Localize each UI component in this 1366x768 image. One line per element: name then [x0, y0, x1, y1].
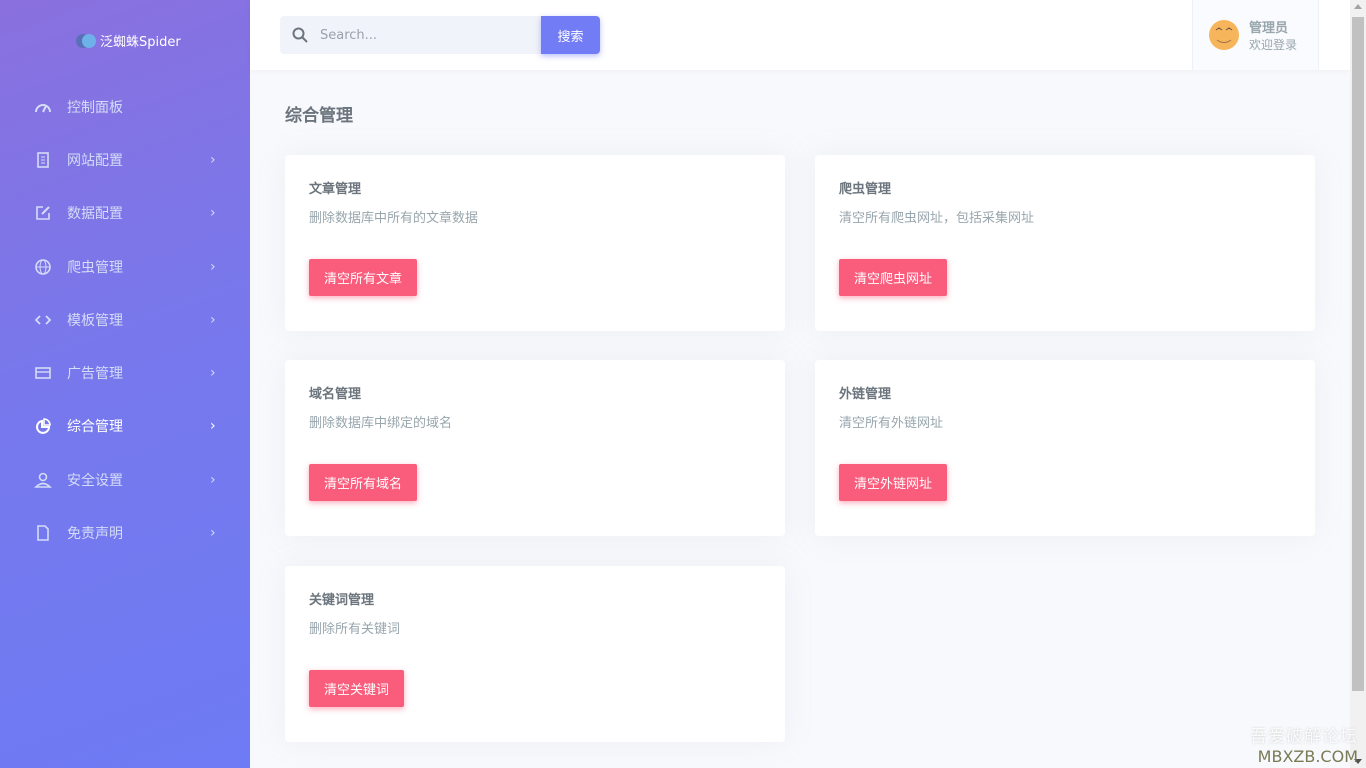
chevron-right-icon: › — [210, 525, 216, 542]
search-button[interactable]: 搜索 — [541, 16, 600, 54]
sidebar-item-label: 安全设置 — [67, 472, 123, 489]
sidebar: 泛蜘蛛Spider 控制面板 网站配置 › 数据配置 › 爬虫管理 › 模板管理 › 广告管理 › 综… — [0, 0, 250, 768]
edit-icon — [34, 204, 52, 222]
chevron-right-icon: › — [210, 151, 216, 168]
globe-icon — [34, 258, 52, 276]
sidebar-nav: 控制面板 网站配置 › 数据配置 › 爬虫管理 › 模板管理 › 广告管理 › 综合管理 › 安全设置 › 免… — [0, 80, 250, 560]
avatar — [1209, 20, 1239, 50]
chevron-right-icon: › — [210, 311, 216, 328]
clear-button[interactable]: 清空所有文章 — [309, 259, 418, 296]
sidebar-item-label: 爬虫管理 — [67, 259, 123, 276]
card-title: 爬虫管理 — [839, 182, 892, 197]
card-title: 域名管理 — [309, 387, 362, 402]
chevron-right-icon: › — [210, 205, 216, 222]
card-description: 清空所有爬虫网址，包括采集网址 — [839, 211, 1035, 226]
document-icon — [34, 151, 52, 169]
sidebar-item-label: 模板管理 — [67, 312, 123, 329]
card-description: 删除所有关键词 — [309, 622, 401, 637]
sidebar-item-5[interactable]: 广告管理 › — [0, 346, 250, 399]
sidebar-item-label: 免责声明 — [67, 526, 123, 543]
file-icon — [34, 524, 52, 542]
card-icon — [34, 364, 52, 382]
sidebar-item-label: 综合管理 — [67, 419, 123, 436]
sidebar-item-3[interactable]: 爬虫管理 › — [0, 240, 250, 293]
scrollbar-thumb[interactable] — [1352, 17, 1364, 691]
user-icon — [34, 471, 52, 489]
search-icon — [292, 27, 308, 43]
card-description: 删除数据库中绑定的域名 — [309, 416, 453, 431]
card-title: 关键词管理 — [309, 593, 375, 608]
search-input[interactable] — [320, 27, 520, 43]
code-icon — [34, 311, 52, 329]
sidebar-item-0[interactable]: 控制面板 — [0, 80, 250, 133]
user-subtitle: 欢迎登录 — [1249, 38, 1298, 52]
gauge-icon — [34, 98, 52, 116]
watermark: 吾爱破解论坛 MBXZB.COM — [1250, 722, 1358, 766]
card: 外链管理清空所有外链网址清空外链网址 — [815, 360, 1315, 536]
logo-icon-circle — [82, 33, 96, 48]
sidebar-item-4[interactable]: 模板管理 › — [0, 293, 250, 346]
user-name: 管理员 — [1249, 21, 1289, 36]
clear-button[interactable]: 清空所有域名 — [309, 464, 418, 501]
scrollbar[interactable] — [1350, 0, 1366, 768]
card-title: 外链管理 — [839, 387, 892, 402]
sidebar-item-8[interactable]: 免责声明 › — [0, 506, 250, 559]
sidebar-item-6[interactable]: 综合管理 › — [0, 400, 250, 453]
chevron-right-icon: › — [210, 471, 216, 488]
sidebar-item-1[interactable]: 网站配置 › — [0, 133, 250, 186]
card: 爬虫管理清空所有爬虫网址，包括采集网址清空爬虫网址 — [815, 155, 1315, 331]
sidebar-item-2[interactable]: 数据配置 › — [0, 187, 250, 240]
sidebar-item-7[interactable]: 安全设置 › — [0, 453, 250, 506]
pie-chart-icon — [34, 417, 52, 435]
search-box — [280, 16, 541, 54]
scroll-up-icon[interactable] — [1354, 4, 1362, 9]
card: 域名管理删除数据库中绑定的域名清空所有域名 — [285, 360, 785, 536]
watermark-line1: 吾爱破解论坛 — [1250, 727, 1358, 747]
chevron-right-icon: › — [210, 365, 216, 382]
logo[interactable]: 泛蜘蛛Spider — [76, 31, 181, 50]
logo-text: 泛蜘蛛Spider — [100, 35, 181, 50]
header: 搜索 管理员 欢迎登录 — [250, 0, 1350, 70]
card-description: 清空所有外链网址 — [839, 416, 944, 431]
clear-button[interactable]: 清空外链网址 — [839, 464, 948, 501]
chevron-right-icon: › — [210, 258, 216, 275]
page-title: 综合管理 — [285, 106, 353, 126]
clear-button[interactable]: 清空关键词 — [309, 670, 405, 707]
user-menu[interactable]: 管理员 欢迎登录 — [1192, 0, 1319, 70]
card: 关键词管理删除所有关键词清空关键词 — [285, 566, 785, 742]
card-title: 文章管理 — [309, 182, 362, 197]
card-description: 删除数据库中所有的文章数据 — [309, 211, 479, 226]
scroll-down-icon[interactable] — [1354, 759, 1362, 764]
sidebar-item-label: 控制面板 — [67, 99, 123, 116]
sidebar-item-label: 广告管理 — [67, 366, 123, 383]
chevron-right-icon: › — [210, 418, 216, 435]
clear-button[interactable]: 清空爬虫网址 — [839, 259, 948, 296]
sidebar-item-label: 网站配置 — [67, 152, 123, 169]
card: 文章管理删除数据库中所有的文章数据清空所有文章 — [285, 155, 785, 331]
sidebar-item-label: 数据配置 — [67, 206, 123, 223]
watermark-line2: MBXZB.COM — [1257, 747, 1358, 766]
